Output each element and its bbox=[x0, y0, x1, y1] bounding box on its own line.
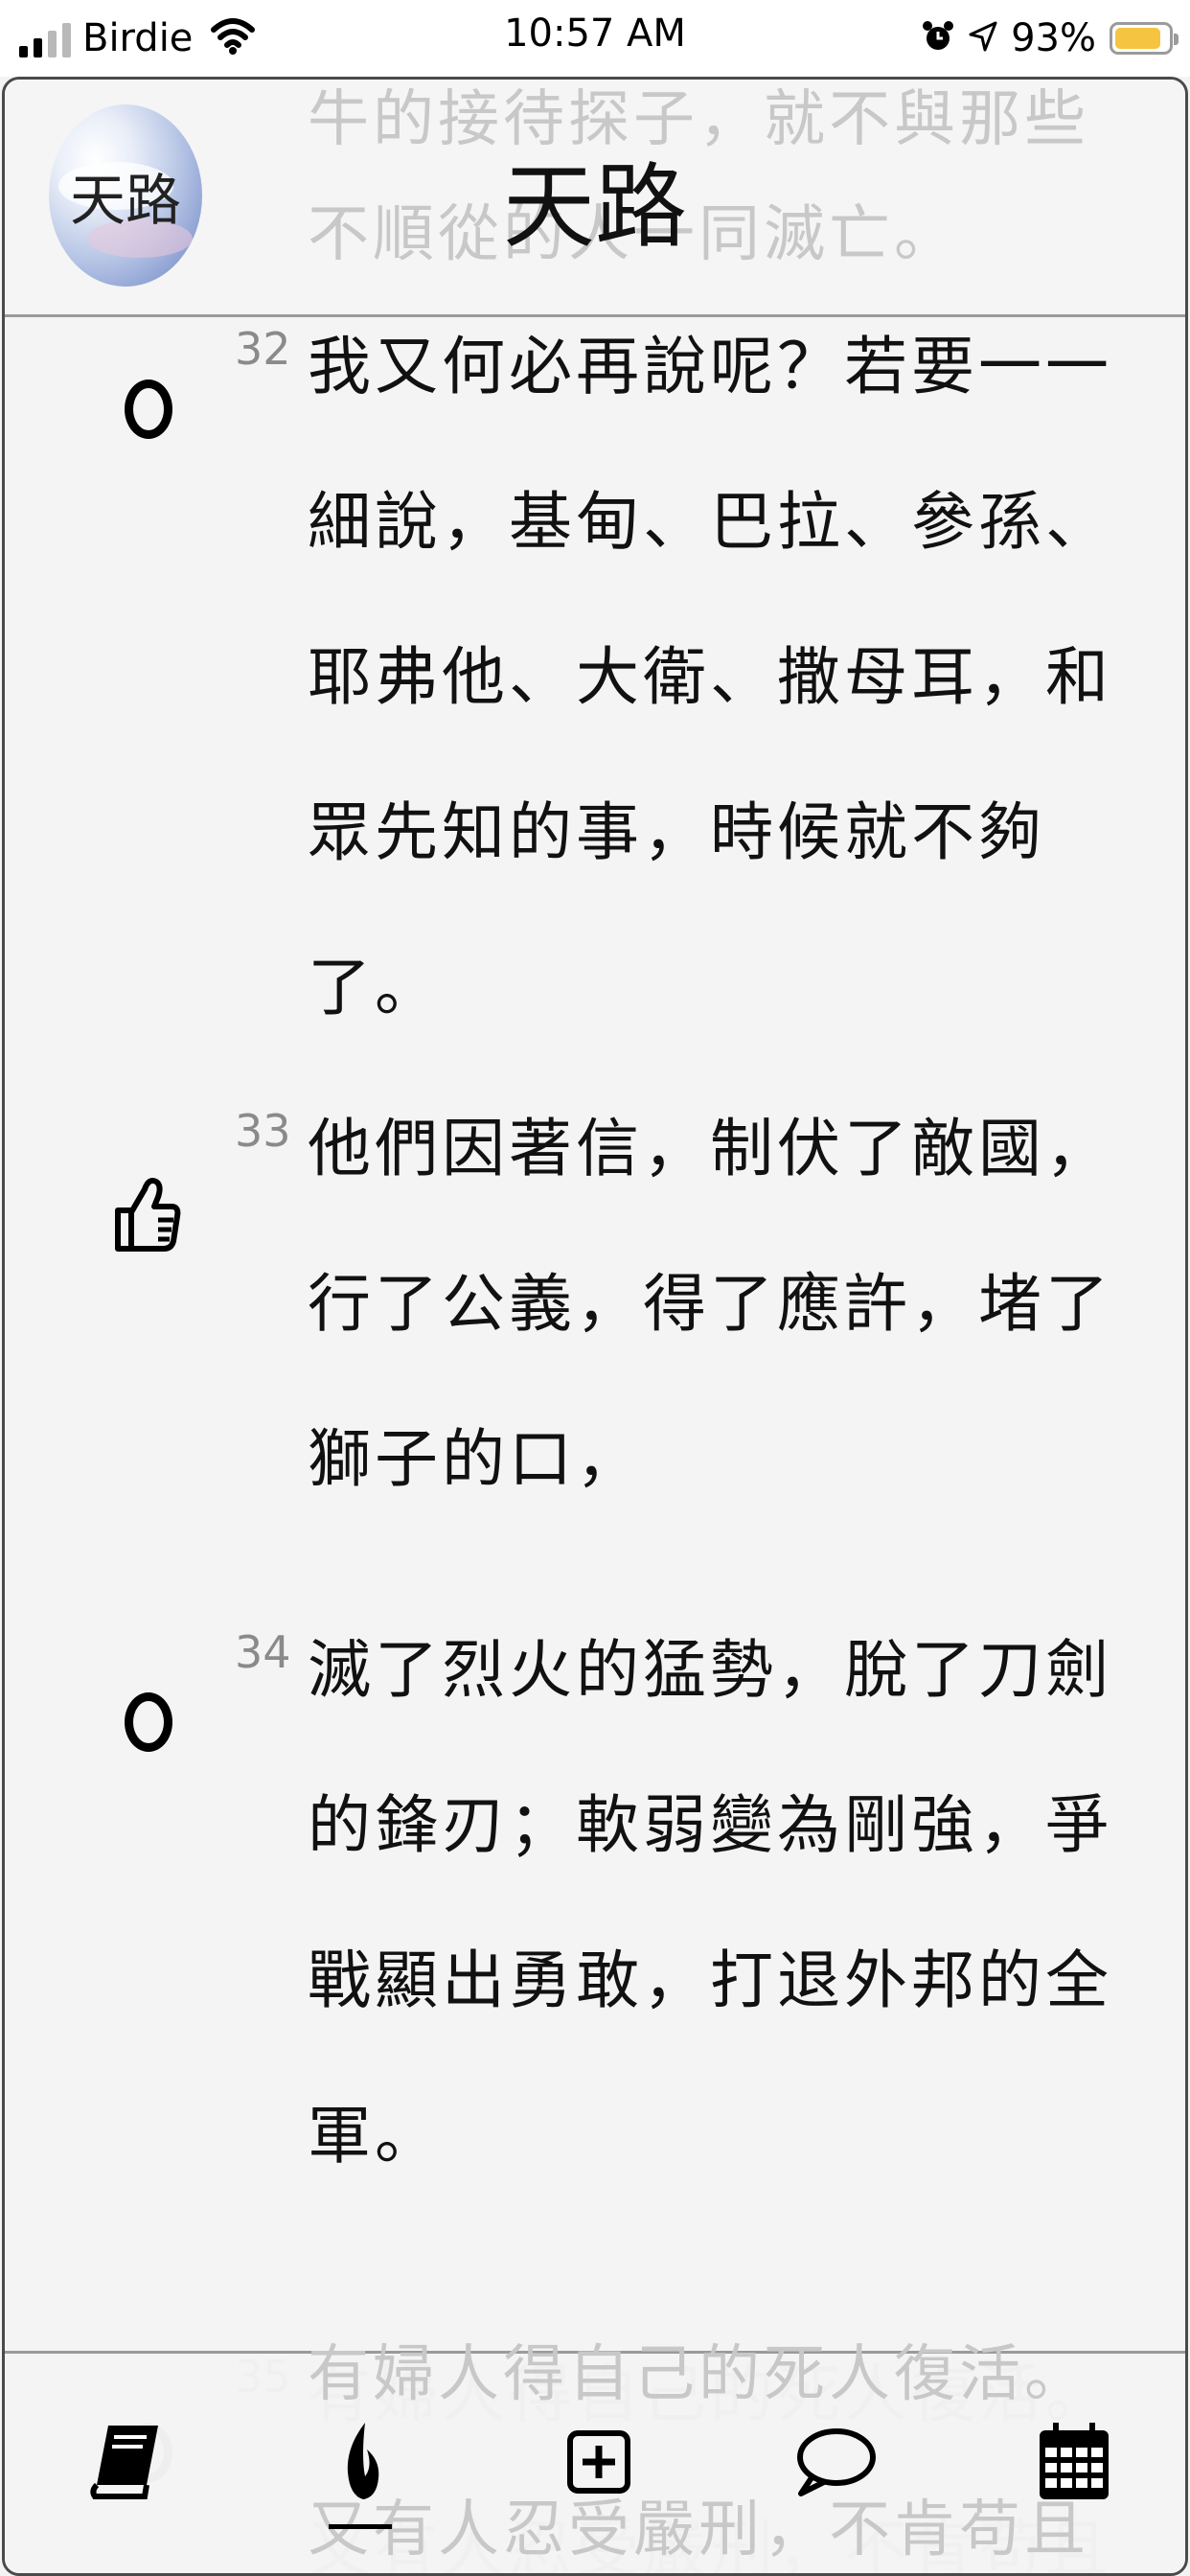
verse-line: 細說，基甸、巴拉、參孫、 bbox=[308, 485, 1112, 559]
bottom-tab-bar: 有婦人得自己的死人復活。 又有人忍受嚴刑，不肯苟且 bbox=[5, 2339, 1185, 2573]
circle-icon[interactable] bbox=[110, 1684, 187, 1760]
verse-line: 軍。 bbox=[308, 2099, 442, 2173]
alarm-icon bbox=[921, 19, 955, 58]
location-arrow-icon bbox=[969, 21, 997, 56]
verse-number: 34 bbox=[235, 1626, 291, 1678]
verse-number: 32 bbox=[235, 323, 291, 375]
verse-line: 他們因著信，制伏了敵國， bbox=[308, 1112, 1112, 1185]
scrolled-text-line: 又有人忍受嚴刑，不肯苟且 bbox=[308, 2495, 1089, 2565]
book-icon bbox=[90, 2426, 158, 2499]
app-frame: 牛的接待探子，就不與那些 不順從的人一同滅亡。 32 我又何必再說呢？若要一一 … bbox=[2, 77, 1188, 2576]
chat-bubble-icon bbox=[797, 2428, 876, 2496]
tab-add[interactable] bbox=[551, 2409, 647, 2515]
thumbs-up-icon[interactable] bbox=[110, 1176, 187, 1253]
app-header: 牛的接待探子，就不與那些 不順從的人一同滅亡。 天路 天路 bbox=[5, 80, 1185, 317]
verse-line: 耶弗他、大衛、撒母耳，和 bbox=[308, 640, 1112, 714]
verse-line: 了。 bbox=[308, 951, 442, 1024]
battery-fill bbox=[1115, 28, 1160, 49]
verse-text: 他們因著信，制伏了敵國， 行了公義，得了應許，堵了 獅子的口， bbox=[308, 1071, 1132, 1537]
battery-percent: 93% bbox=[1011, 16, 1096, 60]
verse-line: 滅了烈火的猛勢，脫了刀劍 bbox=[308, 1633, 1112, 1707]
verse-line: 行了公義，得了應許，堵了 bbox=[308, 1267, 1112, 1341]
verse-line: 的鋒刃；軟弱變為剛強，爭 bbox=[308, 1788, 1112, 1862]
flame-icon bbox=[347, 2423, 379, 2499]
tab-book[interactable] bbox=[78, 2409, 173, 2515]
tab-calendar[interactable] bbox=[1026, 2409, 1122, 2515]
circle-icon[interactable] bbox=[110, 371, 187, 448]
scrolled-text-line: 有婦人得自己的死人復活。 bbox=[308, 2339, 1089, 2410]
page-title: 天路 bbox=[503, 153, 687, 261]
plus-box-icon bbox=[567, 2430, 630, 2494]
calendar-icon bbox=[1040, 2423, 1109, 2499]
verse-number: 33 bbox=[235, 1105, 291, 1157]
active-tab-indicator bbox=[329, 2524, 392, 2529]
status-bar: Birdie 10:57 AM 93% bbox=[0, 0, 1190, 77]
verse-line: 眾先知的事，時候就不夠 bbox=[308, 795, 1045, 869]
status-right: 93% bbox=[921, 10, 1179, 67]
verse-line: 戰顯出勇敢，打退外邦的全 bbox=[308, 1944, 1112, 2017]
verse-line: 獅子的口， bbox=[308, 1422, 643, 1496]
tab-flame[interactable] bbox=[313, 2409, 409, 2515]
battery-icon bbox=[1110, 22, 1179, 55]
tab-chat[interactable] bbox=[787, 2409, 882, 2515]
verse-text: 我又何必再說呢？若要一一 細說，基甸、巴拉、參孫、 耶弗他、大衛、撒母耳，和 眾… bbox=[308, 289, 1132, 1066]
verse-text: 滅了烈火的猛勢，脫了刀劍 的鋒刃；軟弱變為剛強，爭 戰顯出勇敢，打退外邦的全 軍… bbox=[308, 1593, 1132, 2214]
